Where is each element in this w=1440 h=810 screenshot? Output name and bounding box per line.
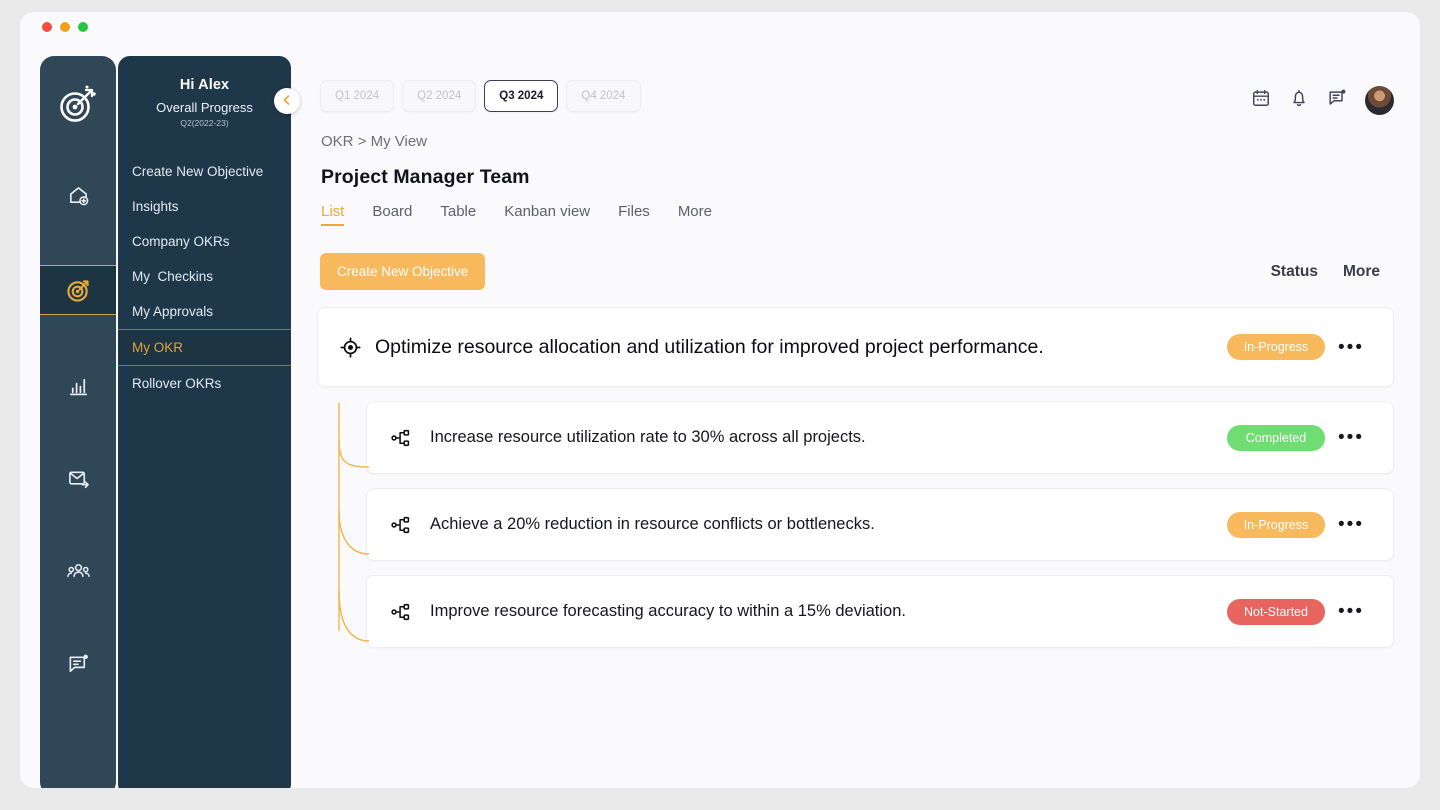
key-result-text: Increase resource utilization rate to 30…: [430, 428, 866, 446]
rail-item-feedback[interactable]: [40, 641, 116, 687]
status-column-header: Status: [1270, 262, 1318, 280]
chevron-left-icon: [281, 94, 293, 109]
sidebar-greeting-block: Hi Alex Overall Progress Q2(2022-23): [118, 56, 291, 128]
rail-item-team[interactable]: [40, 548, 116, 594]
more-column-header: More: [1342, 262, 1380, 280]
bell-icon[interactable]: [1289, 88, 1309, 113]
sidebar-item-my-okr[interactable]: My OKR: [118, 329, 291, 366]
quarter-tab-q4[interactable]: Q4 2024: [566, 80, 641, 112]
key-result-more-button[interactable]: •••: [1325, 428, 1377, 447]
rail-item-analytics[interactable]: [40, 362, 116, 408]
sidebar-item-insights[interactable]: Insights: [118, 189, 291, 224]
people-icon: [66, 559, 91, 584]
quarter-tabs: Q1 2024 Q2 2024 Q3 2024 Q4 2024: [320, 80, 641, 112]
app-window: Hi Alex Overall Progress Q2(2022-23) Cre…: [20, 12, 1420, 788]
sidebar-collapse-button[interactable]: [274, 88, 300, 114]
create-new-objective-button[interactable]: Create New Objective: [320, 253, 486, 290]
key-result-row[interactable]: Increase resource utilization rate to 30…: [366, 401, 1394, 474]
objective-section: Optimize resource allocation and utiliza…: [291, 290, 1420, 387]
tab-more[interactable]: More: [678, 203, 712, 226]
feedback-icon: [67, 653, 90, 676]
calendar-icon[interactable]: [1251, 88, 1271, 113]
sidebar-item-company-okrs[interactable]: Company OKRs: [118, 224, 291, 259]
view-tabs: List Board Table Kanban view Files More: [291, 189, 1420, 226]
rail-item-home[interactable]: [40, 172, 116, 218]
sidebar-links: Create New Objective Insights Company OK…: [118, 154, 291, 401]
sidebar-item-my-checkins[interactable]: My Checkins: [118, 259, 291, 294]
key-result-more-button[interactable]: •••: [1325, 515, 1377, 534]
quarter-tab-q2[interactable]: Q2 2024: [402, 80, 477, 112]
target-icon: [66, 278, 91, 303]
hierarchy-icon: [379, 427, 423, 449]
rail-item-mail[interactable]: [40, 455, 116, 501]
icon-rail: [40, 56, 116, 788]
connector-lines: [338, 403, 370, 642]
greeting-text: Hi Alex: [179, 77, 230, 93]
status-badge[interactable]: Completed: [1227, 424, 1325, 451]
quarter-label: Q2(2022-23): [180, 118, 229, 128]
tab-files[interactable]: Files: [618, 203, 650, 226]
hierarchy-icon: [379, 514, 423, 536]
breadcrumb[interactable]: OKR > My View: [291, 115, 1420, 150]
sidebar-nav-panel: Hi Alex Overall Progress Q2(2022-23) Cre…: [118, 56, 291, 788]
home-add-icon: [67, 184, 90, 207]
key-result-row[interactable]: Improve resource forecasting accuracy to…: [366, 575, 1394, 648]
hierarchy-icon: [379, 601, 423, 623]
quarter-tab-q3[interactable]: Q3 2024: [484, 80, 559, 112]
objective-more-button[interactable]: •••: [1325, 338, 1377, 357]
close-window-button[interactable]: [42, 22, 52, 32]
action-row: Create New Objective Status More: [291, 226, 1420, 290]
tab-kanban-view[interactable]: Kanban view: [504, 203, 590, 226]
tab-list[interactable]: List: [321, 203, 345, 226]
rail-item-okr[interactable]: [40, 265, 116, 315]
window-controls: [42, 22, 88, 32]
user-avatar[interactable]: [1365, 86, 1394, 115]
status-badge[interactable]: Not-Started: [1227, 598, 1325, 625]
sidebar-item-rollover-okrs[interactable]: Rollover OKRs: [118, 366, 291, 401]
top-bar: Q1 2024 Q2 2024 Q3 2024 Q4 2024: [291, 56, 1420, 115]
quarter-tab-q1[interactable]: Q1 2024: [320, 80, 395, 112]
status-badge[interactable]: In-Progress: [1227, 511, 1325, 538]
status-badge[interactable]: In-Progress: [1227, 334, 1325, 360]
column-headers: Status More: [1271, 263, 1394, 281]
key-result-row[interactable]: Achieve a 20% reduction in resource conf…: [366, 488, 1394, 561]
maximize-window-button[interactable]: [78, 22, 88, 32]
key-result-text: Achieve a 20% reduction in resource conf…: [430, 515, 875, 533]
message-icon[interactable]: [1327, 88, 1347, 113]
main-content: Q1 2024 Q2 2024 Q3 2024 Q4 2024 OKR > My…: [291, 56, 1420, 788]
desktop-background: Hi Alex Overall Progress Q2(2022-23) Cre…: [0, 0, 1440, 810]
crosshair-target-icon: [330, 336, 370, 359]
mail-send-icon: [67, 467, 90, 490]
target-arrow-logo: [40, 64, 116, 144]
key-results-section: Increase resource utilization rate to 30…: [291, 401, 1420, 648]
header-icon-group: [1251, 80, 1394, 115]
tab-table[interactable]: Table: [440, 203, 476, 226]
bar-chart-icon: [67, 374, 90, 397]
page-title: Project Manager Team: [321, 166, 530, 188]
minimize-window-button[interactable]: [60, 22, 70, 32]
key-result-more-button[interactable]: •••: [1325, 602, 1377, 621]
overall-progress-label: Overall Progress: [156, 100, 253, 115]
objective-card[interactable]: Optimize resource allocation and utiliza…: [317, 307, 1394, 387]
objective-text: Optimize resource allocation and utiliza…: [375, 335, 1044, 358]
key-result-text: Improve resource forecasting accuracy to…: [430, 602, 906, 620]
tab-board[interactable]: Board: [372, 203, 412, 226]
sidebar-item-create-new-objective[interactable]: Create New Objective: [118, 154, 291, 189]
sidebar-item-my-approvals[interactable]: My Approvals: [118, 294, 291, 329]
